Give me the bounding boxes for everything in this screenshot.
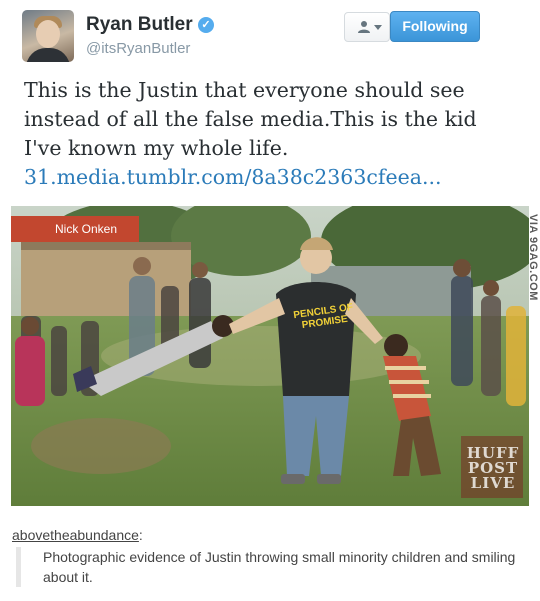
avatar[interactable] bbox=[22, 10, 74, 62]
tweet-body: This is the Justin that everyone should … bbox=[24, 78, 477, 160]
chevron-down-icon bbox=[374, 25, 382, 30]
tweet-link[interactable]: 31.media.tumblr.com/8a38c2363cfeea... bbox=[24, 165, 442, 189]
comment-text: Photographic evidence of Justin throwing… bbox=[43, 549, 516, 585]
verified-badge-icon: ✓ bbox=[198, 17, 214, 33]
colon-separator: : bbox=[138, 527, 143, 543]
side-watermark: VIA 9GAG.COM bbox=[525, 214, 540, 384]
screen-name[interactable]: @itsRyanButler bbox=[86, 40, 190, 57]
photo-illustration bbox=[11, 206, 529, 506]
side-watermark-text: VIA 9GAG.COM bbox=[527, 214, 539, 301]
tweet-photo[interactable]: Nick Onken PENCILS OF PROMISE HUFF POST … bbox=[11, 206, 529, 506]
display-name[interactable]: Ryan Butler bbox=[86, 14, 193, 36]
comment-username[interactable]: abovetheabundance bbox=[12, 527, 139, 543]
user-actions-button[interactable] bbox=[344, 12, 390, 42]
following-button[interactable]: Following bbox=[390, 11, 480, 42]
photo-caption: Nick Onken bbox=[11, 216, 139, 242]
comment-quote: Photographic evidence of Justin throwing… bbox=[16, 547, 516, 587]
tweet-text: This is the Justin that everyone should … bbox=[24, 76, 494, 192]
huffpost-live-watermark: HUFF POST LIVE bbox=[466, 444, 520, 492]
tweet-header: Ryan Butler ✓ @itsRyanButler Following bbox=[22, 10, 522, 66]
comment-author: abovetheabundance: bbox=[12, 527, 143, 543]
person-icon bbox=[358, 21, 370, 33]
